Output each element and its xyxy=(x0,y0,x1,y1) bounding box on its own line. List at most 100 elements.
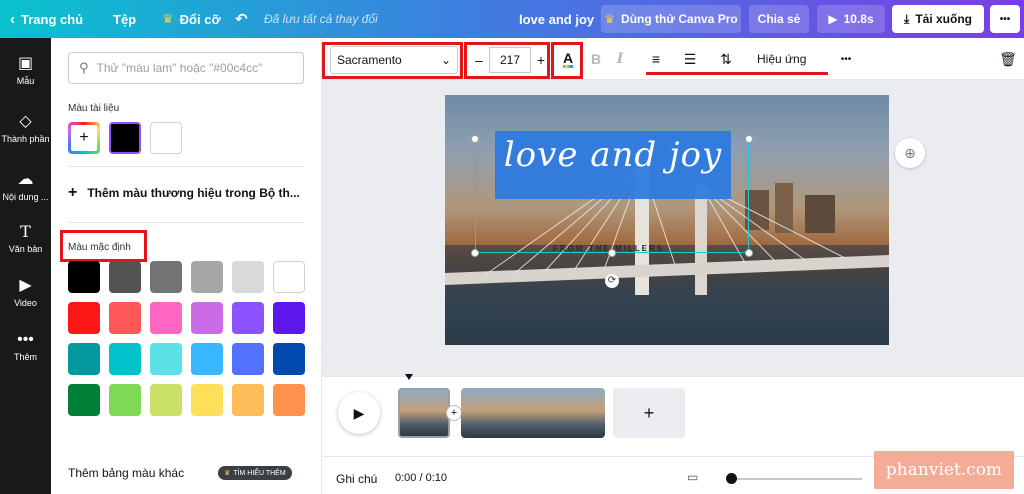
annotation-box xyxy=(322,42,463,79)
rail-item-more[interactable]: ••• Thêm xyxy=(0,318,51,376)
editor-area: Sacramento ⌄ – 217 + A B I ≡ ☰ ⇅ Hiệu ứn… xyxy=(322,38,1024,494)
more-options-button[interactable]: ••• xyxy=(990,5,1020,33)
color-swatch[interactable] xyxy=(232,261,264,293)
annotation-box xyxy=(60,230,147,262)
zoom-slider[interactable] xyxy=(732,478,862,480)
resize-handle[interactable] xyxy=(471,249,479,257)
insert-clip-icon[interactable]: + xyxy=(446,405,462,421)
color-swatch[interactable] xyxy=(273,384,305,416)
color-swatch[interactable] xyxy=(191,302,223,334)
color-swatch[interactable] xyxy=(273,343,305,375)
color-swatch[interactable] xyxy=(109,384,141,416)
share-button[interactable]: Chia sẻ xyxy=(749,5,809,33)
divider xyxy=(68,222,304,223)
home-label: Trang chủ xyxy=(21,11,84,27)
color-swatch[interactable] xyxy=(109,343,141,375)
color-swatch[interactable] xyxy=(109,122,141,154)
more-icon: ••• xyxy=(17,331,34,348)
watermark: phanviet.com xyxy=(874,451,1014,489)
effects-button[interactable]: Hiệu ứng xyxy=(757,48,806,70)
color-swatch[interactable] xyxy=(232,384,264,416)
chevron-left-icon: ‹ xyxy=(10,10,15,28)
rail-label: Thành phần xyxy=(1,134,50,144)
template-icon: ▣ xyxy=(17,55,34,72)
play-preview-button[interactable]: ▶ 10.8s xyxy=(817,5,885,33)
color-swatch[interactable] xyxy=(191,384,223,416)
rail-item-templates[interactable]: ▣ Mẫu xyxy=(0,42,51,100)
home-button[interactable]: ‹ Trang chủ xyxy=(10,0,83,38)
more-palettes-label[interactable]: Thêm bảng màu khác xyxy=(68,466,184,480)
notes-button[interactable]: Ghi chú xyxy=(336,472,377,486)
color-swatch[interactable] xyxy=(68,384,100,416)
undo-icon: ↶ xyxy=(235,11,248,28)
rail-item-uploads[interactable]: ☁ Nội dung ... xyxy=(0,158,51,216)
resize-handle[interactable] xyxy=(745,249,753,257)
italic-button[interactable]: I xyxy=(612,48,628,70)
rail-label: Video xyxy=(14,298,37,308)
color-swatch[interactable] xyxy=(68,261,100,293)
color-swatch[interactable] xyxy=(273,261,305,293)
list-icon[interactable]: ☰ xyxy=(680,48,700,70)
trash-icon[interactable]: 🗑 xyxy=(998,48,1018,70)
color-swatch[interactable] xyxy=(232,302,264,334)
download-label: Tải xuống xyxy=(915,12,972,26)
annotation-box xyxy=(464,42,550,79)
add-color-swatch[interactable]: + xyxy=(68,122,100,154)
resize-button[interactable]: ♛ Đổi cỡ xyxy=(162,0,221,38)
learn-more-badge[interactable]: ♛ TÌM HIỂU THÊM xyxy=(218,466,292,480)
color-swatch[interactable] xyxy=(273,302,305,334)
download-button[interactable]: ⤓ Tải xuống xyxy=(892,5,984,33)
design-canvas[interactable]: love and joy FROM THE MILLERS ⟳ xyxy=(445,95,889,345)
color-swatch[interactable] xyxy=(150,302,182,334)
share-label: Chia sẻ xyxy=(757,12,801,26)
spacing-icon[interactable]: ⇅ xyxy=(716,48,736,70)
learn-more-label: TÌM HIỂU THÊM xyxy=(233,469,286,477)
color-swatch[interactable] xyxy=(191,343,223,375)
headline-text[interactable]: love and joy xyxy=(495,135,731,175)
try-pro-button[interactable]: ♛ Dùng thử Canva Pro xyxy=(601,5,741,33)
crown-icon: ♛ xyxy=(224,470,231,477)
timeline-clip[interactable] xyxy=(461,388,605,438)
color-swatch[interactable] xyxy=(109,302,141,334)
color-swatch[interactable] xyxy=(150,122,182,154)
more-label: ••• xyxy=(999,13,1011,25)
try-pro-label: Dùng thử Canva Pro xyxy=(621,12,738,26)
resize-handle[interactable] xyxy=(745,135,753,143)
undo-button[interactable]: ↶ xyxy=(235,0,248,38)
align-center-icon[interactable]: ≡ xyxy=(646,48,666,70)
resize-label: Đổi cỡ xyxy=(179,11,221,27)
crown-icon: ♛ xyxy=(162,11,174,26)
color-search[interactable]: ⚲ xyxy=(68,52,304,84)
bold-button[interactable]: B xyxy=(588,48,604,70)
rail-item-video[interactable]: ▶ Video xyxy=(0,264,51,322)
color-swatch[interactable] xyxy=(150,261,182,293)
color-swatch[interactable] xyxy=(68,302,100,334)
resize-handle[interactable] xyxy=(608,249,616,257)
playhead-marker[interactable] xyxy=(405,374,413,380)
timeline-play-button[interactable]: ▶ xyxy=(338,392,380,434)
toolbar-more-button[interactable]: ••• xyxy=(836,48,856,70)
color-swatch[interactable] xyxy=(68,343,100,375)
color-swatch[interactable] xyxy=(232,343,264,375)
rail-item-text[interactable]: T Văn bản xyxy=(0,210,51,268)
rail-label: Mẫu xyxy=(16,76,35,86)
file-menu[interactable]: Tệp xyxy=(113,0,136,38)
add-comment-button[interactable]: ⊕ xyxy=(895,138,925,168)
document-title[interactable]: love and joy xyxy=(519,0,594,38)
color-swatch[interactable] xyxy=(191,261,223,293)
add-clip-button[interactable]: + xyxy=(613,388,685,438)
layout-icon[interactable]: ▭ xyxy=(687,470,698,484)
crown-icon: ♛ xyxy=(604,12,616,26)
add-brand-colors[interactable]: + Thêm màu thương hiệu trong Bộ th... xyxy=(68,184,300,202)
rotate-icon[interactable]: ⟳ xyxy=(605,274,619,288)
timeline: ▶ + + xyxy=(322,374,1024,456)
download-icon: ⤓ xyxy=(904,11,910,26)
zoom-slider-handle[interactable] xyxy=(726,473,737,484)
resize-handle[interactable] xyxy=(471,135,479,143)
timeline-clip[interactable] xyxy=(398,388,450,438)
color-swatch[interactable] xyxy=(150,343,182,375)
color-search-input[interactable] xyxy=(96,61,287,75)
rail-item-elements[interactable]: ◇ Thành phần xyxy=(0,100,51,158)
color-swatch[interactable] xyxy=(109,261,141,293)
color-swatch[interactable] xyxy=(150,384,182,416)
